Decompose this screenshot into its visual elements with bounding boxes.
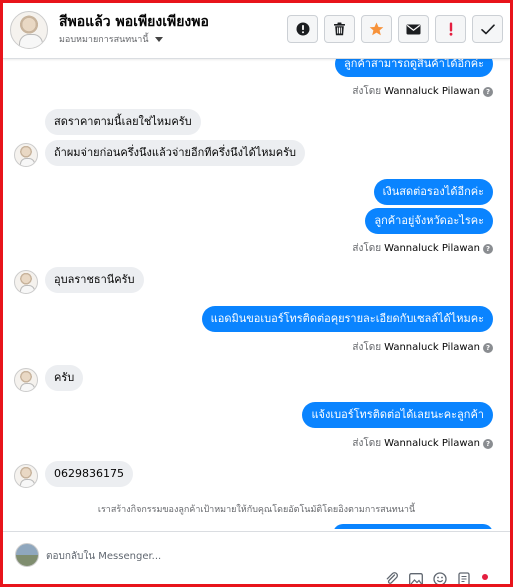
sender-avatar[interactable]	[14, 368, 38, 392]
sender-avatar[interactable]	[14, 270, 38, 294]
message-bubble-incoming[interactable]: ถ้าผมจ่ายก่อนครึ่งนึงแล้วจ่ายอีกทีครึ่งน…	[45, 140, 305, 166]
app-frame: สีพอแล้ว พอเพียงเพียงพอ มอบหมายการสนทนาน…	[0, 0, 513, 587]
message-bubble-incoming[interactable]: อุบลราชธานีครับ	[45, 267, 144, 293]
help-icon[interactable]: ?	[483, 342, 493, 353]
composer-tools	[385, 572, 471, 586]
sent-by-label: ส่งโดย Wannaluck Pilawan ?	[352, 436, 493, 451]
page-avatar	[15, 543, 39, 567]
mark-done-button[interactable]	[472, 15, 503, 43]
help-icon[interactable]: ?	[483, 243, 493, 254]
conversation-header: สีพอแล้ว พอเพียงเพียงพอ มอบหมายการสนทนาน…	[3, 3, 510, 59]
message-bubble-outgoing[interactable]: เงินสดต่อรองได้อีกค่ะ	[373, 179, 493, 205]
message-bubble-incoming[interactable]: สดราคาตามนี้เลยใช่ไหมครับ	[45, 109, 201, 135]
notification-dot	[482, 574, 488, 580]
exclamation-icon	[449, 22, 452, 36]
report-button[interactable]	[287, 15, 318, 43]
contact-avatar[interactable]	[10, 11, 48, 49]
assign-conversation-dropdown[interactable]: มอบหมายการสนทนานี้	[59, 32, 163, 46]
check-icon	[480, 23, 495, 34]
sent-by-label: ส่งโดย Wannaluck Pilawan ?	[352, 340, 493, 355]
envelope-icon	[406, 24, 421, 34]
star-icon	[369, 22, 384, 36]
email-button[interactable]	[398, 15, 429, 43]
contact-name[interactable]: สีพอแล้ว พอเพียงเพียงพอ	[59, 11, 209, 33]
sender-avatar[interactable]	[14, 143, 38, 167]
message-bubble-outgoing[interactable]: ลูกค้าอยู่จังหวัดอะไรคะ	[365, 208, 493, 234]
reply-composer	[3, 531, 510, 586]
help-icon[interactable]: ?	[483, 438, 493, 449]
message-bubble-incoming[interactable]: ครับ	[45, 365, 84, 391]
sent-by-label: ส่งโดย Wannaluck Pilawan ?	[352, 84, 493, 99]
reply-input[interactable]	[46, 546, 346, 566]
paperclip-icon[interactable]	[385, 572, 399, 586]
saved-reply-icon[interactable]	[457, 572, 471, 586]
trash-icon	[334, 22, 345, 36]
emoji-icon[interactable]	[433, 572, 447, 586]
star-button[interactable]	[361, 15, 392, 43]
auto-activity-notice: เราสร้างกิจกรรมของลูกค้าเป้าหมายให้กับคุ…	[97, 505, 416, 515]
caret-down-icon	[154, 36, 163, 42]
message-bubble-outgoing-partial	[333, 524, 493, 529]
message-bubble-outgoing[interactable]: ลูกค้าสามารถดูสินค้าได้อีกค่ะ	[335, 59, 493, 77]
sender-avatar[interactable]	[14, 464, 38, 488]
sent-by-label: ส่งโดย Wannaluck Pilawan ?	[352, 241, 493, 256]
spam-button[interactable]	[435, 15, 466, 43]
message-thread[interactable]: ลูกค้าสามารถดูสินค้าได้อีกค่ะ ส่งโดย Wan…	[3, 59, 510, 529]
message-bubble-incoming[interactable]: 0629836175	[45, 461, 133, 487]
message-bubble-outgoing[interactable]: แจ้งเบอร์โทรติดต่อได้เลยนะคะลูกค้า	[302, 402, 493, 428]
assign-label: มอบหมายการสนทนานี้	[59, 35, 149, 45]
delete-button[interactable]	[324, 15, 355, 43]
exclamation-circle-icon	[296, 22, 309, 36]
help-icon[interactable]: ?	[483, 86, 493, 97]
header-actions	[287, 15, 503, 43]
image-icon[interactable]	[409, 572, 423, 586]
message-bubble-outgoing[interactable]: แอดมินขอเบอร์โทรติดต่อคุยรายละเอียดกับเซ…	[201, 306, 493, 332]
